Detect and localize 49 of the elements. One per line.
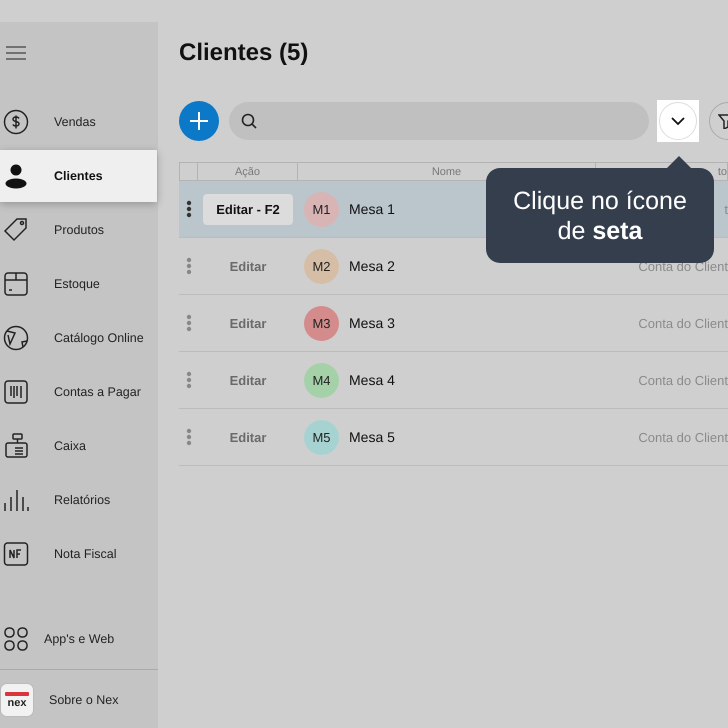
sidebar-item[interactable]: nex Sobre o Nex	[0, 672, 158, 728]
table-row[interactable]	[179, 181, 198, 238]
barcode-icon	[3, 379, 29, 405]
sidebar-item[interactable]: App's e Web	[0, 611, 158, 667]
bar-chart-icon	[3, 487, 29, 513]
globe-icon	[3, 325, 29, 351]
sidebar-item[interactable]: Relatórios	[0, 474, 158, 526]
client-name: Mesa 3	[349, 315, 395, 331]
sidebar-item[interactable]: Vendas	[0, 96, 158, 148]
tooltip-text: Clique no ícone de seta	[512, 186, 688, 246]
avatar: M1	[304, 192, 339, 226]
sidebar-item[interactable]: Contas a Pagar	[0, 366, 158, 418]
avatar: M5	[304, 420, 339, 454]
dollar-icon	[3, 109, 29, 135]
plus-icon	[189, 111, 209, 131]
expand-button[interactable]	[657, 100, 699, 142]
column-header: Ação	[198, 162, 298, 181]
document-icon	[3, 541, 29, 567]
column-header	[179, 162, 198, 181]
client-name: Mesa 1	[349, 201, 395, 217]
page-title: Clientes (5)	[179, 38, 310, 68]
grid-icon	[3, 626, 29, 652]
tag-icon	[3, 217, 29, 243]
sidebar-item[interactable]: Produtos	[0, 204, 158, 256]
chevron-down-icon	[671, 117, 685, 125]
cash-register-icon	[3, 433, 29, 459]
avatar: M4	[304, 362, 339, 398]
table-cell: Conta do Client	[638, 316, 728, 330]
more-options-icon[interactable]	[186, 200, 192, 218]
search-field[interactable]	[229, 102, 649, 140]
logo-icon: nex	[0, 683, 34, 717]
edit-button[interactable]: Editar - F2	[203, 194, 293, 224]
table-cell: t	[724, 202, 728, 216]
avatar: M3	[304, 306, 339, 340]
search-icon	[241, 113, 257, 129]
table-cell: Conta do Client	[638, 372, 728, 388]
sidebar-item[interactable]: Catálogo Online	[0, 312, 158, 364]
client-name: Mesa 2	[349, 258, 395, 274]
client-name: Mesa 4	[349, 372, 395, 388]
client-name: Mesa 5	[349, 429, 395, 445]
box-icon	[3, 271, 29, 297]
avatar: M2	[304, 248, 339, 284]
sidebar-item[interactable]: Caixa	[0, 420, 158, 472]
person-icon	[3, 163, 29, 189]
sidebar-item[interactable]: Clientes	[0, 150, 157, 202]
add-button[interactable]	[179, 101, 219, 141]
sidebar-item[interactable]: Nota Fiscal	[0, 528, 158, 580]
table-cell: Conta do Client	[638, 430, 728, 444]
sidebar-item[interactable]: Estoque	[0, 258, 158, 310]
